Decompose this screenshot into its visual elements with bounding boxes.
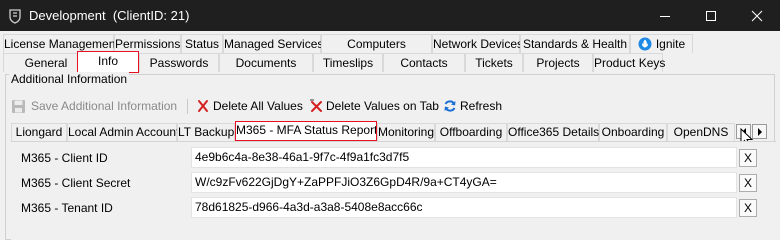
- app-icon: [7, 8, 23, 24]
- toolbar: Save Additional Information Delete All V…: [11, 96, 771, 116]
- close-icon: [751, 10, 763, 22]
- delete-values-on-tab-button[interactable]: Delete Values on Tab: [309, 96, 439, 116]
- title-bar: Development (ClientID: 21): [0, 0, 780, 31]
- save-additional-info-button[interactable]: Save Additional Information: [11, 96, 181, 116]
- tab-projects[interactable]: Projects: [523, 53, 593, 72]
- field-row-client-id: M365 - Client ID 4e9b6c4a-8e38-46a1-9f7c…: [11, 147, 776, 170]
- tab-network-devices[interactable]: Network Devices: [432, 34, 523, 53]
- client-id-label: (ClientID: 21): [112, 8, 190, 23]
- minimize-icon: [660, 16, 670, 17]
- tab-ignite[interactable]: Ignite: [630, 34, 693, 53]
- tab-managed-services[interactable]: Managed Services: [223, 34, 323, 53]
- maximize-button[interactable]: [688, 0, 734, 31]
- close-button[interactable]: [734, 0, 780, 31]
- tab-timeslips[interactable]: Timeslips: [313, 53, 383, 72]
- tab-product-keys[interactable]: Product Keys: [593, 53, 665, 72]
- group-label: Additional Information: [9, 72, 130, 86]
- client-secret-label: M365 - Client Secret: [21, 176, 131, 190]
- subtab-opendns[interactable]: OpenDNS: [667, 123, 735, 141]
- minimize-button[interactable]: [642, 0, 688, 31]
- tab-passwords[interactable]: Passwords: [139, 53, 219, 72]
- subtab-m365-mfa-status-report[interactable]: M365 - MFA Status Report: [235, 121, 377, 141]
- tenant-id-label: M365 - Tenant ID: [21, 201, 113, 215]
- subtab-lt-backup[interactable]: LT Backup: [177, 123, 235, 141]
- subtab-office365-details[interactable]: Office365 Details: [507, 123, 599, 141]
- client-id-field[interactable]: 4e9b6c4a-8e38-46a1-9f7c-4f9a1fc3d7f5: [191, 147, 737, 168]
- subtab-liongard[interactable]: Liongard: [11, 123, 67, 141]
- clear-client-secret-button[interactable]: X: [739, 174, 757, 192]
- subtab-onboarding[interactable]: Onboarding: [599, 123, 667, 141]
- delete-tab-label: Delete Values on Tab: [326, 99, 439, 113]
- subtab-local-admin-account[interactable]: Local Admin Account: [67, 123, 179, 141]
- subtab-monitoring[interactable]: Monitoring: [377, 123, 435, 141]
- mfa-fields-panel: M365 - Client ID 4e9b6c4a-8e38-46a1-9f7c…: [11, 141, 776, 240]
- refresh-label: Refresh: [460, 99, 503, 113]
- chevron-right-icon: [758, 128, 762, 136]
- tab-scroll-right-button[interactable]: [752, 124, 767, 139]
- tab-contacts[interactable]: Contacts: [383, 53, 465, 72]
- delete-all-label: Delete All Values: [213, 99, 303, 113]
- delete-all-values-button[interactable]: Delete All Values: [196, 96, 304, 116]
- save-label: Save Additional Information: [31, 99, 178, 113]
- toolbar-separator: [187, 99, 188, 114]
- tab-info[interactable]: Info: [77, 51, 139, 73]
- client-id-label: M365 - Client ID: [21, 151, 108, 165]
- delete-icon: [198, 100, 208, 112]
- refresh-icon: [444, 100, 456, 112]
- delete-tab-icon: [310, 99, 322, 112]
- ignite-icon: [638, 37, 652, 51]
- window-title: Development (ClientID: 21): [29, 8, 190, 23]
- clear-client-id-button[interactable]: X: [739, 149, 757, 167]
- refresh-button[interactable]: Refresh: [443, 96, 505, 116]
- clear-tenant-id-button[interactable]: X: [739, 199, 757, 217]
- save-icon: [12, 100, 25, 113]
- tab-standards-health[interactable]: Standards & Health: [520, 34, 630, 53]
- tab-ignite-label: Ignite: [655, 37, 686, 51]
- tab-computers[interactable]: Computers: [321, 34, 432, 53]
- field-row-client-secret: M365 - Client Secret W/c9zFv622GjDgY+ZaP…: [11, 172, 776, 195]
- client-secret-field[interactable]: W/c9zFv622GjDgY+ZaPPFJiO3Z6GpD4R/9a+CT4y…: [191, 172, 737, 193]
- subtab-offboarding[interactable]: Offboarding: [435, 123, 507, 141]
- maximize-icon: [706, 11, 716, 21]
- tab-tickets[interactable]: Tickets: [465, 53, 523, 72]
- field-row-tenant-id: M365 - Tenant ID 78d61825-d966-4a3d-a3a8…: [11, 197, 776, 220]
- tab-documents[interactable]: Documents: [219, 53, 313, 72]
- subtabs: Liongard Local Admin Account LT Backup M…: [11, 121, 776, 141]
- tenant-id-field[interactable]: 78d61825-d966-4a3d-a3a8-5408e8acc66c: [191, 197, 737, 218]
- tab-status[interactable]: Status: [181, 34, 223, 53]
